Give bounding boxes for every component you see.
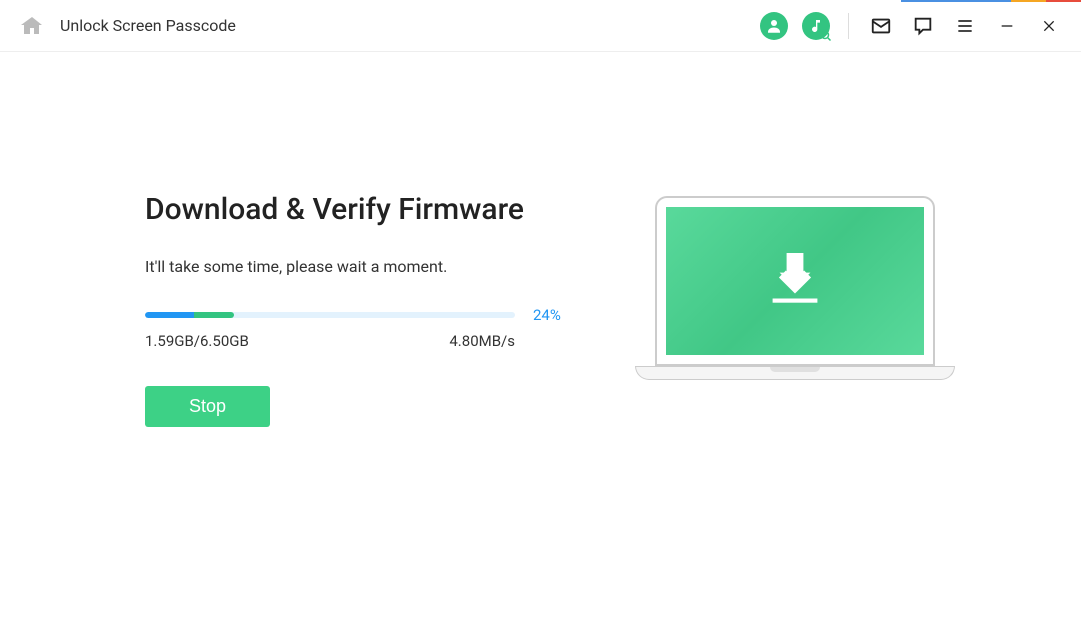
progress-percent: 24%	[533, 306, 561, 324]
downloaded-size: 1.59GB/6.50GB	[145, 332, 249, 350]
download-panel: Download & Verify Firmware It'll take so…	[145, 192, 565, 427]
progress-stats: 1.59GB/6.50GB 4.80MB/s	[145, 332, 515, 350]
mail-icon[interactable]	[867, 12, 895, 40]
divider	[848, 13, 849, 39]
page-title: Unlock Screen Passcode	[60, 16, 236, 35]
progress-row: 24%	[145, 306, 565, 324]
progress-bar	[145, 312, 515, 318]
home-icon[interactable]	[18, 12, 46, 40]
progress-fill	[145, 312, 234, 318]
minimize-button[interactable]	[993, 12, 1021, 40]
download-speed: 4.80MB/s	[449, 332, 515, 350]
feedback-icon[interactable]	[909, 12, 937, 40]
menu-icon[interactable]	[951, 12, 979, 40]
titlebar: Unlock Screen Passcode	[0, 0, 1081, 52]
titlebar-left: Unlock Screen Passcode	[18, 12, 236, 40]
laptop-illustration	[635, 196, 955, 396]
user-icon[interactable]	[760, 12, 788, 40]
close-button[interactable]	[1035, 12, 1063, 40]
titlebar-right	[760, 12, 1063, 40]
heading: Download & Verify Firmware	[145, 192, 565, 227]
download-icon	[760, 246, 830, 316]
window-accent-bar	[901, 0, 1081, 2]
main-content: Download & Verify Firmware It'll take so…	[0, 52, 1081, 427]
music-search-icon[interactable]	[802, 12, 830, 40]
stop-button[interactable]: Stop	[145, 386, 270, 427]
illustration-panel	[635, 192, 955, 427]
subtext: It'll take some time, please wait a mome…	[145, 257, 565, 276]
